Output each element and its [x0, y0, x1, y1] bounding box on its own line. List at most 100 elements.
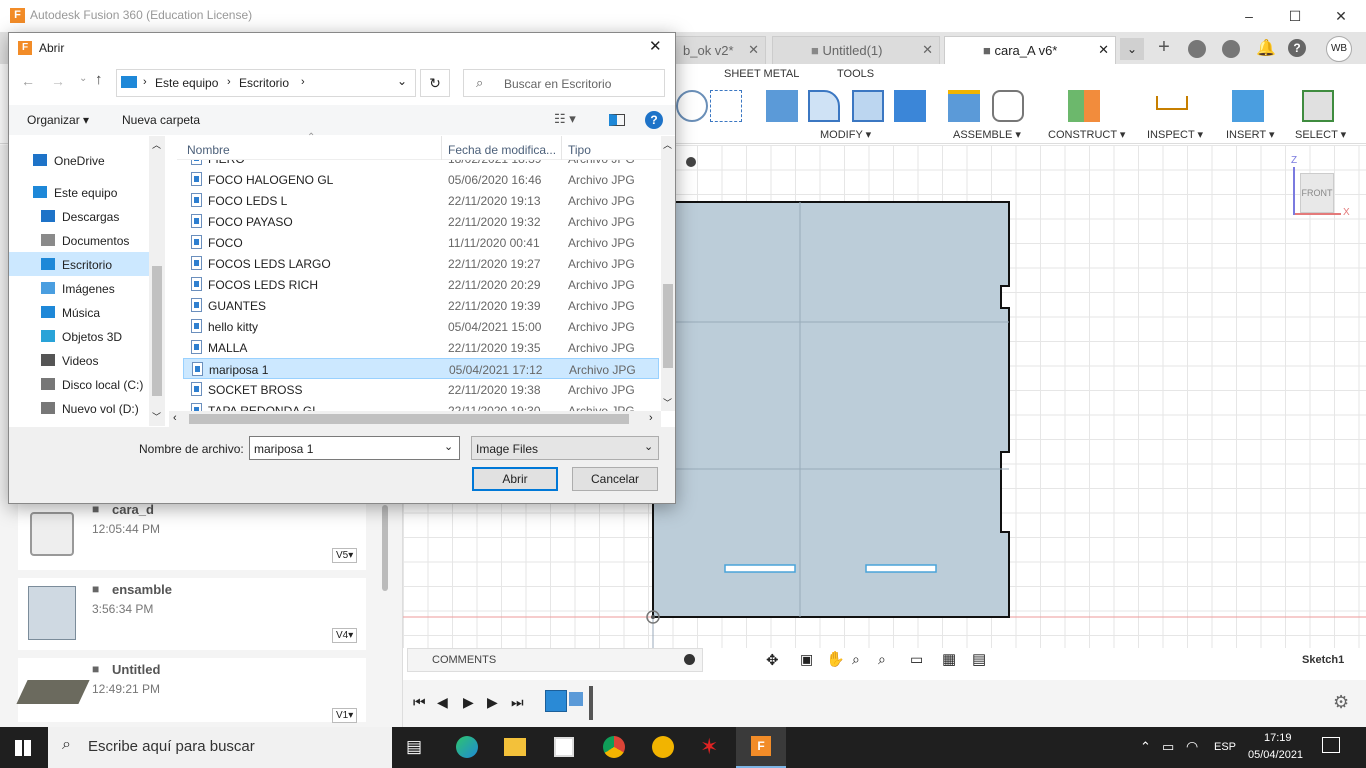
play-icon[interactable]: ▶ — [463, 694, 474, 711]
zoom-icon[interactable]: ⌕ — [852, 651, 860, 668]
joint-icon[interactable] — [992, 90, 1024, 122]
close-icon[interactable]: ✕ — [748, 42, 759, 58]
close-icon[interactable]: ✕ — [1098, 42, 1109, 58]
chevron-down-icon[interactable]: ⌄ — [79, 73, 87, 84]
extensions-icon[interactable] — [1188, 40, 1206, 58]
up-arrow-icon[interactable]: ↑ — [95, 71, 103, 88]
table-row[interactable]: MALLA 22/11/2020 19:35 Archivo JPG — [183, 337, 659, 358]
add-comment-icon[interactable] — [684, 654, 695, 665]
app-star-icon[interactable]: ✶ — [700, 734, 718, 760]
new-component-icon[interactable] — [948, 90, 980, 122]
insert-image-icon[interactable] — [1232, 90, 1264, 122]
chevron-up-icon[interactable]: ⌃ — [1140, 739, 1151, 755]
shell-icon[interactable] — [852, 90, 884, 122]
chevron-right-icon[interactable]: › — [649, 412, 653, 424]
file-list-vscrollbar[interactable]: ︿ ﹀ — [661, 136, 675, 411]
notification-icon[interactable]: 🔔 — [1256, 38, 1276, 58]
edge-icon[interactable] — [456, 736, 478, 758]
modify-menu[interactable]: MODIFY ▾ — [820, 128, 871, 141]
tab-overflow-button[interactable]: ⌄ — [1120, 38, 1144, 60]
column-header-name[interactable]: Nombre — [187, 143, 230, 157]
wifi-icon[interactable]: ◠ — [1186, 738, 1198, 755]
nav-item[interactable]: Imágenes — [9, 276, 149, 300]
chevron-down-icon[interactable]: ⌄ — [397, 74, 407, 88]
job-status-icon[interactable] — [1222, 40, 1240, 58]
go-to-end-icon[interactable]: ⏭ — [511, 694, 524, 711]
tab-tools[interactable]: TOOLS — [837, 68, 874, 80]
pattern-icon[interactable] — [710, 90, 742, 122]
grid-settings-icon[interactable]: ▦ — [942, 650, 956, 668]
filename-input[interactable]: mariposa 1 ⌄ — [249, 436, 460, 460]
nav-item[interactable]: Nuevo vol (D:) — [9, 396, 149, 420]
open-button[interactable]: Abrir — [472, 467, 558, 491]
breadcrumb-item[interactable]: Escritorio — [239, 76, 289, 90]
column-header-type[interactable]: Tipo — [568, 143, 591, 157]
version-badge[interactable]: V1▾ — [332, 708, 358, 723]
table-row[interactable]: FOCO LEDS L 22/11/2020 19:13 Archivo JPG — [183, 190, 659, 211]
nav-scrollbar[interactable]: ︿ ﹀ — [149, 136, 165, 426]
chevron-down-icon[interactable]: ⌄ — [644, 440, 653, 453]
viewcube[interactable]: FRONT — [1300, 173, 1334, 213]
file-list-hscrollbar[interactable]: ‹ › — [169, 411, 661, 427]
task-view-icon[interactable]: ▤ — [406, 737, 422, 757]
file-explorer-icon[interactable] — [504, 738, 526, 756]
timeline-marker[interactable] — [589, 686, 593, 720]
viewports-icon[interactable]: ▤ — [972, 650, 986, 668]
step-back-icon[interactable]: ◀ — [437, 694, 448, 711]
table-row[interactable]: FOCO PAYASO 22/11/2020 19:32 Archivo JPG — [183, 211, 659, 232]
network-icon[interactable]: ▭ — [1162, 739, 1174, 755]
panel-scrollbar[interactable] — [382, 505, 388, 591]
table-row[interactable]: SOCKET BROSS 22/11/2020 19:38 Archivo JPG — [183, 379, 659, 400]
table-row[interactable]: FOCO 11/11/2020 00:41 Archivo JPG — [183, 232, 659, 253]
sketch-tool-icon[interactable] — [676, 90, 708, 122]
fusion-taskbar-button[interactable]: F — [736, 727, 786, 768]
tab-document[interactable]: ■ Untitled(1) ✕ — [772, 36, 940, 64]
list-item[interactable]: ■ ensamble 3:56:34 PM V4▾ — [18, 578, 366, 650]
avatar[interactable]: WB — [1326, 36, 1352, 62]
version-badge[interactable]: V4▾ — [332, 628, 358, 643]
chevron-down-icon[interactable]: ﹀ — [152, 410, 161, 423]
go-to-start-icon[interactable]: ⏮ — [413, 694, 426, 711]
scroll-thumb[interactable] — [663, 284, 673, 368]
chevron-up-icon[interactable]: ︿ — [152, 138, 161, 151]
inspect-menu[interactable]: INSPECT ▾ — [1147, 128, 1203, 141]
nav-item[interactable]: Disco local (C:) — [9, 372, 149, 396]
chrome-icon[interactable] — [603, 736, 625, 758]
close-icon[interactable]: ✕ — [649, 37, 662, 55]
tab-document-active[interactable]: ■ cara_A v6* ✕ — [944, 36, 1116, 64]
construct-menu[interactable]: CONSTRUCT ▾ — [1048, 128, 1125, 141]
file-type-select[interactable]: Image Files ⌄ — [471, 436, 659, 460]
fit-icon[interactable]: ⌕ — [878, 651, 886, 668]
notification-center-icon[interactable] — [1322, 737, 1340, 753]
scroll-thumb[interactable] — [189, 414, 629, 424]
orbit-icon[interactable]: ✥ — [766, 651, 779, 669]
pan-icon[interactable]: ✋ — [826, 650, 845, 668]
help-button[interactable]: ? — [645, 111, 663, 129]
maximize-button[interactable]: ☐ — [1272, 4, 1318, 28]
table-row[interactable]: mariposa 1 05/04/2021 17:12 Archivo JPG — [183, 358, 659, 379]
brave-icon[interactable] — [652, 736, 674, 758]
nav-item[interactable]: Videos — [9, 348, 149, 372]
table-row[interactable]: FOCOS LEDS LARGO 22/11/2020 19:27 Archivo … — [183, 253, 659, 274]
windows-start-icon[interactable] — [15, 740, 31, 756]
scroll-thumb[interactable] — [152, 266, 162, 396]
settings-gear-icon[interactable]: ⚙ — [1333, 692, 1349, 713]
nav-item[interactable]: Escritorio — [9, 252, 149, 276]
timeline-feature-icon[interactable] — [569, 692, 583, 706]
press-pull-icon[interactable] — [766, 90, 798, 122]
clock-time[interactable]: 17:19 — [1264, 732, 1292, 744]
display-settings-icon[interactable]: ▭ — [910, 651, 923, 668]
version-badge[interactable]: V5▾ — [332, 548, 358, 563]
nav-item[interactable]: Música — [9, 300, 149, 324]
address-bar[interactable]: › Este equipo › Escritorio › ⌄ — [116, 69, 416, 97]
back-arrow-icon[interactable]: ← — [21, 73, 35, 89]
measure-icon[interactable] — [1156, 96, 1188, 110]
table-row[interactable]: GUANTES 22/11/2020 19:39 Archivo JPG — [183, 295, 659, 316]
list-item[interactable]: ■ Untitled 12:49:21 PM V1▾ — [16, 658, 366, 723]
clock-date[interactable]: 05/04/2021 — [1248, 749, 1303, 761]
forward-arrow-icon[interactable]: → — [51, 73, 65, 89]
table-row[interactable]: FOCOS LEDS RICH 22/11/2020 20:29 Archivo J… — [183, 274, 659, 295]
cancel-button[interactable]: Cancelar — [572, 467, 658, 491]
combine-icon[interactable] — [894, 90, 926, 122]
nav-item[interactable]: Objetos 3D — [9, 324, 149, 348]
